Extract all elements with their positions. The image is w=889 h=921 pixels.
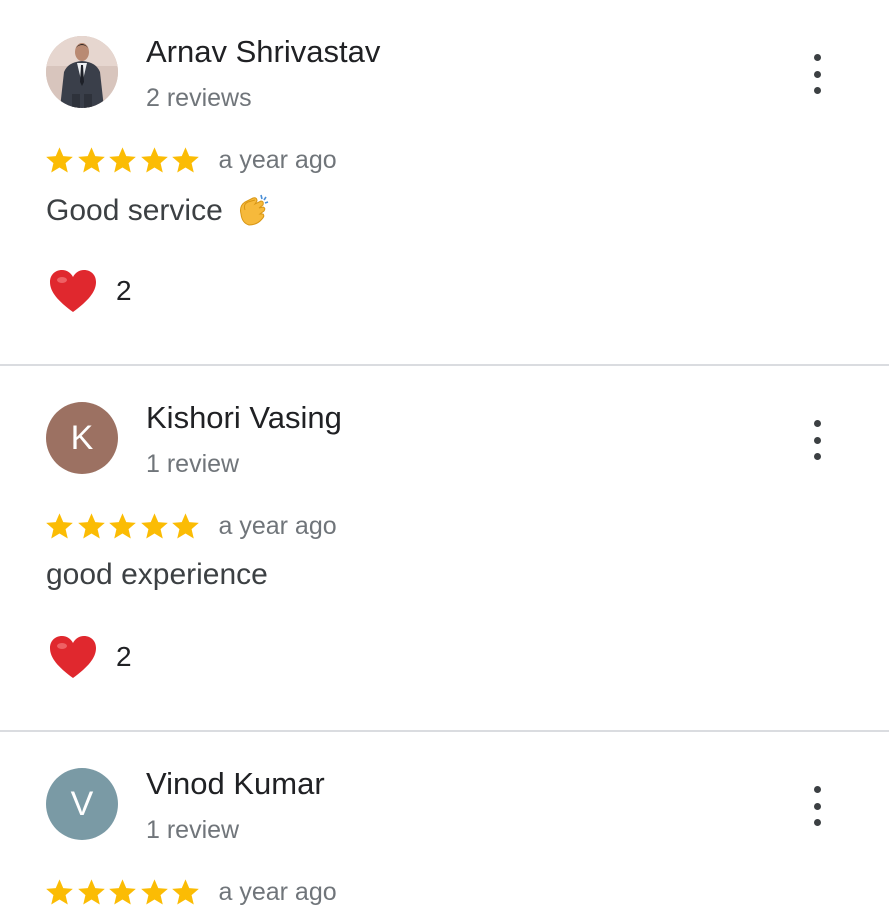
star-icon (46, 146, 73, 173)
more-options-button[interactable] (800, 786, 834, 826)
person-in-suit-icon (46, 36, 118, 108)
review-card: V Vinod Kumar 1 review a year ago (0, 732, 889, 921)
review-text-content: good experience (46, 558, 268, 591)
reviewer-name[interactable]: Vinod Kumar (146, 766, 325, 802)
star-icon (172, 512, 199, 539)
reviewer-review-count: 2 reviews (146, 84, 252, 112)
heart-icon (50, 636, 96, 678)
rating-row: a year ago (44, 872, 337, 912)
rating-row: a year ago (44, 506, 337, 546)
review-card: Arnav Shrivastav 2 reviews a year ago Go… (0, 0, 889, 364)
review-card: K Kishori Vasing 1 review a year ago goo… (0, 366, 889, 730)
like-reaction-button[interactable]: 2 (48, 266, 132, 316)
star-icon (140, 512, 168, 539)
star-icon (109, 878, 136, 905)
more-vert-icon (813, 420, 821, 427)
like-count: 2 (116, 641, 132, 672)
like-count: 2 (116, 275, 132, 306)
star-icon (140, 878, 168, 905)
reviewer-review-count: 1 review (146, 816, 240, 844)
star-icon (77, 878, 105, 905)
reviewer-avatar[interactable]: V (46, 768, 118, 840)
more-options-button[interactable] (800, 420, 834, 460)
review-time: a year ago (218, 511, 337, 540)
star-icon (77, 146, 105, 173)
star-rating (44, 877, 202, 908)
star-icon (172, 146, 199, 173)
reviewer-name[interactable]: Arnav Shrivastav (146, 34, 380, 70)
avatar-initial: K (70, 418, 94, 457)
star-icon (46, 878, 73, 905)
heart-icon (50, 270, 96, 312)
more-options-button[interactable] (800, 54, 834, 94)
reviewer-avatar[interactable]: K (46, 402, 118, 474)
star-icon (77, 512, 105, 539)
star-rating (44, 145, 202, 176)
more-vert-icon (813, 786, 821, 793)
reviewer-avatar[interactable] (46, 36, 118, 108)
avatar-initial: V (70, 784, 94, 823)
clapping-hands-emoji-icon (233, 192, 271, 230)
star-icon (109, 146, 136, 173)
reviewer-review-count: 1 review (146, 450, 240, 478)
star-icon (46, 512, 73, 539)
rating-row: a year ago (44, 140, 337, 180)
star-rating (44, 511, 202, 542)
star-icon (109, 512, 136, 539)
review-time: a year ago (218, 877, 337, 906)
review-text: Good service (46, 192, 271, 230)
star-icon (172, 878, 199, 905)
review-time: a year ago (218, 145, 337, 174)
review-text-content: Good service (46, 194, 223, 227)
star-icon (140, 146, 168, 173)
more-vert-icon (813, 54, 821, 61)
like-reaction-button[interactable]: 2 (48, 632, 132, 682)
reviewer-name[interactable]: Kishori Vasing (146, 400, 342, 436)
review-text: good experience (46, 558, 268, 592)
